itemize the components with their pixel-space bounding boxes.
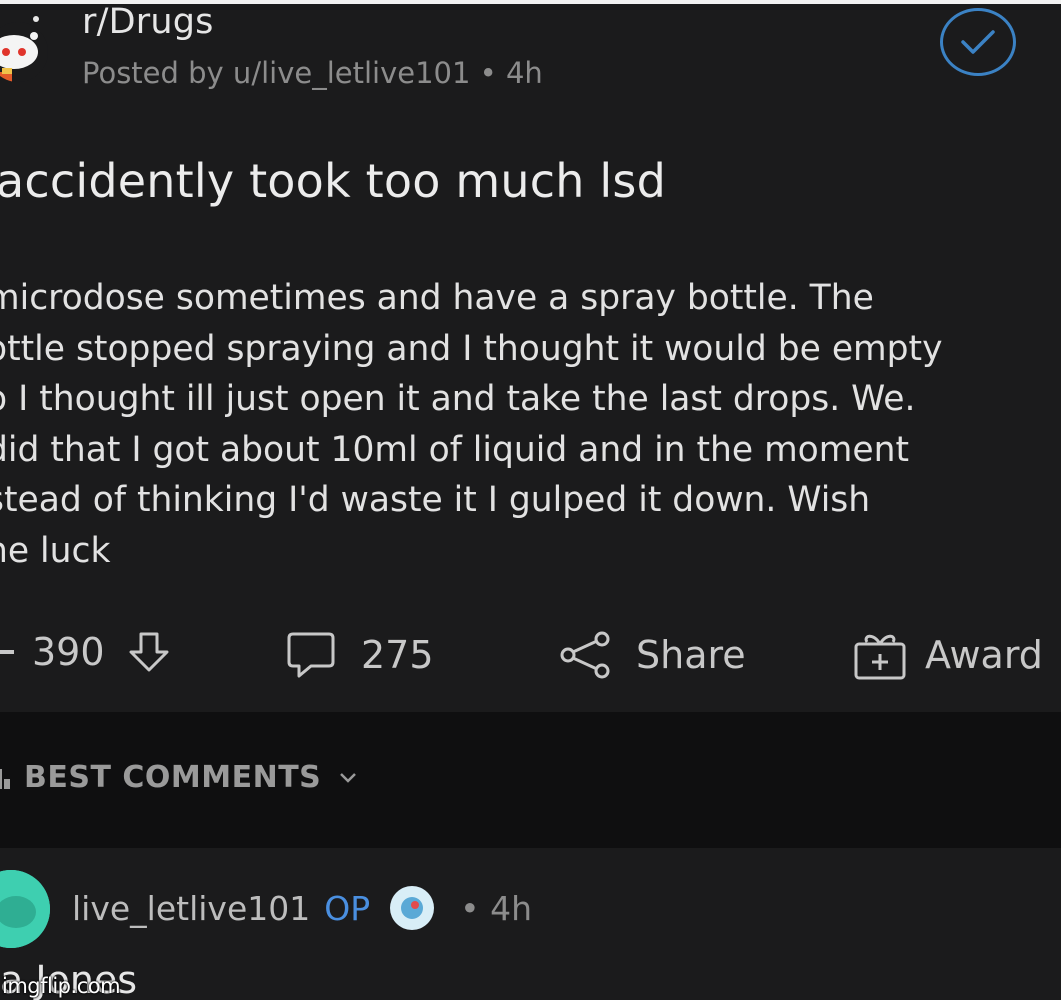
reddit-post-screen: r/Drugs Posted by u/live_letlive101 • 4h… (0, 0, 1061, 1000)
online-dot-icon (33, 16, 39, 22)
gift-award-icon (854, 634, 906, 680)
comment-header: live_letlive101 OP • 4h (72, 886, 532, 930)
comments-button[interactable]: 275 (285, 630, 434, 680)
post-body-line: ottle stopped spraying and I thought it … (0, 328, 943, 369)
sort-label: BEST COMMENTS (24, 760, 322, 795)
post-body: microdose sometimes and have a spray bot… (0, 273, 1061, 576)
post-body-line: stead of thinking I'd waste it I gulped … (0, 480, 871, 520)
commenter-avatar[interactable] (0, 870, 50, 948)
subreddit-avatar[interactable] (0, 22, 48, 82)
award-label: Award (925, 633, 1043, 677)
subreddit-name[interactable]: r/Drugs (82, 2, 214, 42)
share-icon (560, 631, 610, 679)
post-body-line: did that I got about 10ml of liquid and … (0, 429, 910, 470)
user-flair-icon (390, 886, 435, 930)
joined-button[interactable] (940, 8, 1016, 76)
award-button[interactable]: Award (853, 630, 1043, 680)
snoo-avatar-icon (0, 870, 50, 948)
checkmark-icon (961, 30, 995, 54)
upvote-icon[interactable] (0, 650, 14, 654)
comment-sort-dropdown[interactable]: BEST COMMENTS (0, 760, 359, 795)
rocket-sort-icon (0, 768, 10, 789)
post-body-line: microdose sometimes and have a spray bot… (0, 278, 874, 318)
vote-count: 390 (32, 630, 105, 674)
post-body-line: o I thought ill just open it and take th… (0, 379, 916, 419)
comment-username[interactable]: live_letlive101 (72, 889, 310, 928)
share-label: Share (636, 633, 746, 677)
post-body-line: ne luck (0, 530, 111, 571)
post-title: accidently took too much lsd (0, 154, 666, 208)
downvote-arrow-icon (129, 632, 169, 672)
imgflip-watermark: imgflip.com (2, 974, 121, 998)
share-button[interactable]: Share (558, 630, 746, 680)
post-action-bar: 390 275 Share Award (0, 620, 1061, 700)
comment-count: 275 (361, 633, 434, 677)
post-meta: Posted by u/live_letlive101 • 4h (82, 56, 543, 90)
comment-time: • 4h (460, 888, 532, 928)
reddit-snoo-icon (0, 22, 48, 82)
downvote-button[interactable] (127, 630, 171, 674)
vote-group: 390 (0, 630, 171, 674)
comment-bubble-icon (287, 632, 335, 678)
op-badge: OP (324, 888, 371, 928)
chevron-down-icon (340, 772, 357, 783)
